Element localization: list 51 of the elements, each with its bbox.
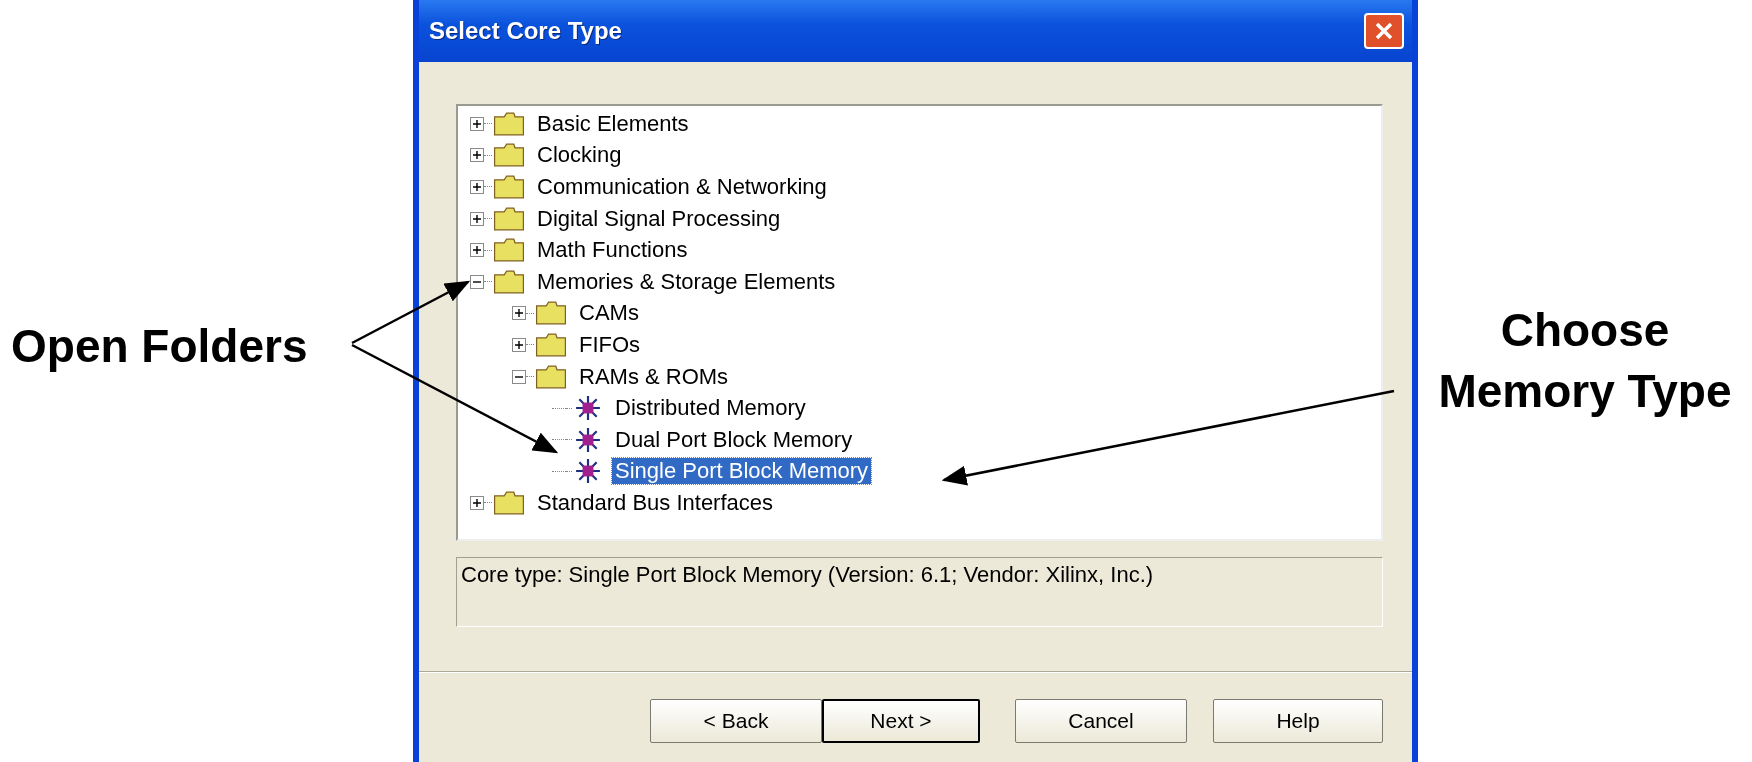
tree-item[interactable]: Communication & Networking bbox=[534, 174, 830, 200]
status-text: Core type: Single Port Block Memory (Version: 6.1; Vendor: Xilinx, Inc.) bbox=[456, 557, 1383, 627]
expand-toggle[interactable] bbox=[470, 243, 484, 258]
dialog-button[interactable]: Next > bbox=[822, 699, 980, 743]
tree-item[interactable]: Digital Signal Processing bbox=[534, 205, 784, 232]
expand-toggle[interactable] bbox=[512, 306, 526, 321]
expand-toggle[interactable] bbox=[470, 180, 484, 194]
expand-toggle[interactable] bbox=[512, 337, 526, 352]
close-icon bbox=[1374, 21, 1394, 41]
folder-icon bbox=[492, 206, 526, 231]
plus-icon bbox=[473, 214, 481, 223]
expand-toggle[interactable] bbox=[470, 495, 484, 510]
plus-icon bbox=[473, 183, 481, 191]
expand-toggle[interactable] bbox=[470, 116, 484, 131]
collapse-toggle[interactable] bbox=[512, 369, 526, 384]
tree-item[interactable]: CAMs bbox=[576, 300, 642, 327]
folder-icon bbox=[534, 301, 568, 326]
dialog-button[interactable]: Cancel bbox=[1015, 699, 1187, 743]
tree-item[interactable]: Clocking bbox=[534, 142, 625, 169]
plus-icon bbox=[473, 498, 481, 507]
tree-item[interactable]: Math Functions bbox=[534, 237, 691, 264]
plus-icon bbox=[473, 246, 481, 255]
folder-icon bbox=[492, 175, 526, 199]
expand-toggle[interactable] bbox=[470, 211, 484, 226]
tree-item[interactable]: Basic Elements bbox=[534, 110, 692, 137]
tree-item[interactable]: RAMs & ROMs bbox=[576, 363, 732, 390]
dialog-button[interactable]: < Back bbox=[650, 699, 822, 743]
folder-icon bbox=[492, 143, 526, 168]
tree-item[interactable]: Standard Bus Interfaces bbox=[534, 489, 777, 516]
tree-item[interactable]: Single Port Block Memory bbox=[612, 458, 872, 485]
folder-icon bbox=[534, 332, 568, 357]
dialog-button[interactable]: Help bbox=[1213, 699, 1383, 743]
close-button[interactable] bbox=[1364, 13, 1404, 49]
plus-icon bbox=[515, 309, 523, 318]
callout-text: Choose Memory Type bbox=[1437, 303, 1733, 419]
folder-icon bbox=[492, 269, 526, 294]
plus-icon bbox=[473, 119, 481, 128]
folder-icon bbox=[492, 111, 526, 136]
tree-item[interactable]: Dual Port Block Memory bbox=[612, 426, 856, 453]
expand-toggle[interactable] bbox=[470, 148, 484, 163]
window-title: Select Core Type bbox=[429, 17, 622, 45]
plus-icon bbox=[515, 340, 523, 349]
tree-item[interactable]: Memories & Storage Elements bbox=[534, 268, 839, 295]
tree-item[interactable]: FIFOs bbox=[576, 331, 644, 358]
folder-icon bbox=[492, 238, 526, 263]
plus-icon bbox=[473, 151, 481, 160]
callout-text: Open Folders bbox=[11, 319, 309, 374]
collapse-toggle[interactable] bbox=[470, 274, 484, 289]
tree-item[interactable]: Distributed Memory bbox=[612, 395, 809, 422]
folder-icon bbox=[534, 364, 568, 389]
folder-icon bbox=[492, 490, 526, 515]
